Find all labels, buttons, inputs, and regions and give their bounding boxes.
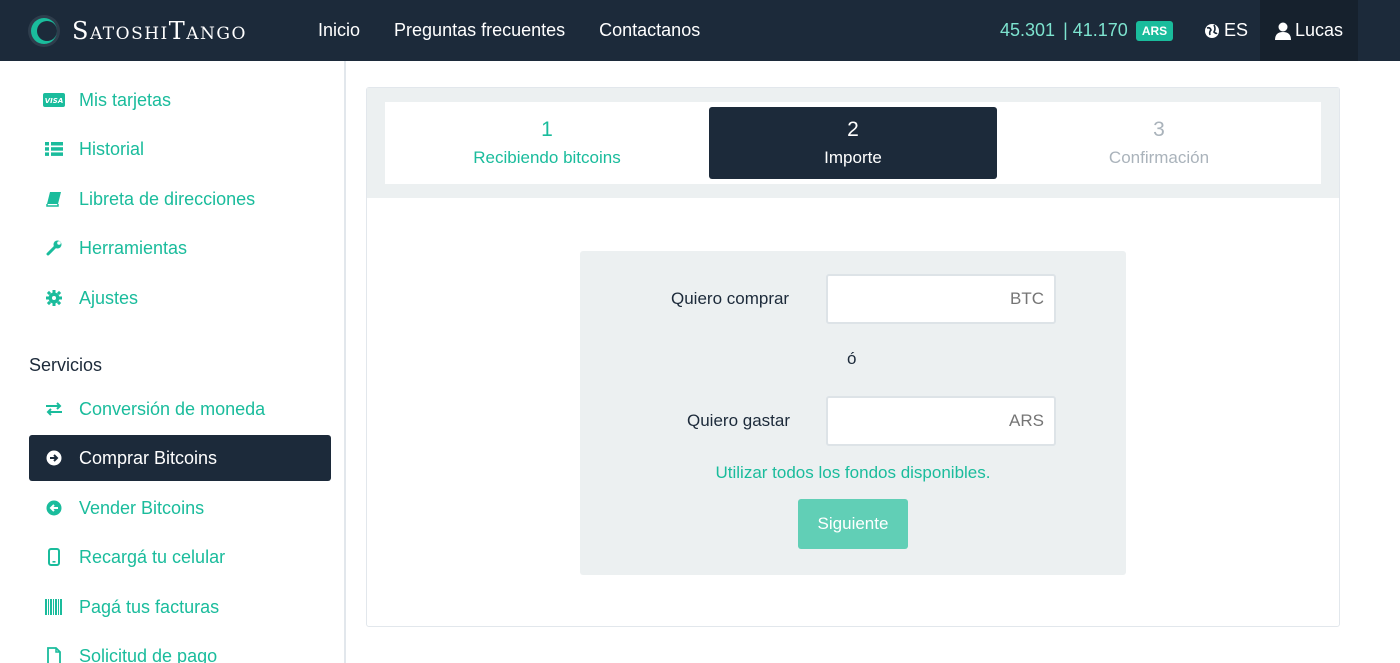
sidebar-item-label: Solicitud de pago: [79, 645, 218, 663]
wrench-icon: [29, 240, 79, 256]
mobile-icon: [29, 548, 79, 566]
exchange-icon: [29, 402, 79, 416]
sidebar-item-label: Mis tarjetas: [79, 89, 172, 110]
nav-inicio[interactable]: Inicio: [318, 20, 360, 41]
step-label: Importe: [824, 148, 882, 167]
currency-badge: ARS: [1135, 20, 1174, 41]
user-icon: [1274, 22, 1291, 40]
sidebar-item-label: Vender Bitcoins: [79, 497, 205, 518]
sidebar-item-libreta-direcciones[interactable]: Libreta de direcciones: [29, 176, 331, 222]
top-navbar: SatoshiTango Inicio Preguntas frecuentes…: [0, 0, 1400, 61]
sidebar-item-label: Ajustes: [79, 287, 139, 308]
sidebar-item-conversion-moneda[interactable]: Conversión de moneda: [29, 386, 331, 432]
spend-amount-label: Quiero gastar: [687, 411, 790, 430]
brand-logo-link[interactable]: SatoshiTango: [28, 14, 298, 47]
sidebar-item-recarga-celular[interactable]: Recargá tu celular: [29, 534, 331, 580]
language-code: ES: [1224, 20, 1249, 40]
btc-amount-input[interactable]: [826, 274, 1056, 324]
sidebar-item-mis-tarjetas[interactable]: VISA Mis tarjetas: [29, 77, 331, 123]
arrow-left-circle-icon: [29, 500, 79, 516]
btc-rates: 45.301 | 41.170 ARS: [1000, 0, 1174, 61]
arrow-right-circle-icon: [29, 450, 79, 466]
svg-text:VISA: VISA: [45, 97, 63, 105]
or-separator: ó: [847, 349, 857, 368]
barcode-icon: [29, 599, 79, 615]
sidebar-item-historial[interactable]: Historial: [29, 126, 331, 172]
brand-name: SatoshiTango: [72, 16, 247, 45]
globe-icon: [1205, 23, 1219, 38]
sidebar-item-label: Pagá tus facturas: [79, 596, 220, 617]
sidebar-item-label: Libreta de direcciones: [79, 188, 256, 209]
language-selector[interactable]: ES: [1204, 0, 1248, 61]
step-number: 2: [847, 118, 859, 141]
step-confirmacion: 3 Confirmación: [997, 102, 1321, 184]
nav-preguntas-frecuentes[interactable]: Preguntas frecuentes: [394, 20, 565, 41]
user-menu[interactable]: Lucas: [1260, 0, 1358, 61]
list-icon: [29, 142, 79, 156]
use-all-funds-link[interactable]: Utilizar todos los fondos disponibles.: [580, 463, 1126, 483]
sidebar-item-label: Historial: [79, 138, 145, 159]
main-nav: Inicio Preguntas frecuentes Contactanos: [318, 20, 734, 41]
buy-amount-label: Quiero comprar: [671, 289, 790, 308]
buy-bitcoins-panel: 1 Recibiendo bitcoins 2 Importe 3 Confir…: [366, 87, 1340, 627]
rate-sell: 41.170: [1072, 20, 1128, 40]
sidebar: VISA Mis tarjetas Historial Libreta de d…: [0, 61, 346, 663]
sidebar-item-solicitud-pago[interactable]: Solicitud de pago: [29, 633, 331, 663]
sidebar-item-label: Recargá tu celular: [79, 546, 226, 567]
book-icon: [29, 191, 79, 207]
step-label: Confirmación: [1108, 148, 1210, 167]
gear-icon: [29, 290, 79, 306]
step-importe: 2 Importe: [709, 107, 997, 179]
step-number: 3: [1153, 118, 1165, 141]
sidebar-item-label: Conversión de moneda: [79, 398, 266, 419]
sidebar-item-label: Comprar Bitcoins: [79, 447, 218, 468]
wizard-steps: 1 Recibiendo bitcoins 2 Importe 3 Confir…: [385, 102, 1321, 184]
step-label: Recibiendo bitcoins: [473, 148, 621, 167]
ars-amount-input[interactable]: [826, 396, 1056, 446]
sidebar-item-comprar-bitcoins[interactable]: Comprar Bitcoins: [29, 435, 331, 481]
user-name: Lucas: [1294, 20, 1344, 40]
step-recibiendo-bitcoins[interactable]: 1 Recibiendo bitcoins: [385, 102, 709, 184]
nav-contactanos[interactable]: Contactanos: [599, 20, 700, 41]
amount-form: Quiero comprar ó Quiero gastar Utilizar …: [580, 251, 1126, 575]
rate-buy: 45.301: [1000, 20, 1056, 40]
rate-separator: |: [1063, 20, 1068, 40]
sidebar-item-label: Herramientas: [79, 237, 188, 258]
step-number: 1: [541, 118, 553, 141]
sidebar-item-herramientas[interactable]: Herramientas: [29, 225, 331, 271]
next-button[interactable]: Siguiente: [798, 499, 908, 549]
services-heading: Servicios: [29, 355, 103, 375]
visa-card-icon: VISA: [29, 93, 79, 107]
sidebar-item-vender-bitcoins[interactable]: Vender Bitcoins: [29, 485, 331, 531]
sidebar-item-ajustes[interactable]: Ajustes: [29, 275, 331, 321]
steps-container: 1 Recibiendo bitcoins 2 Importe 3 Confir…: [367, 88, 1339, 198]
sidebar-item-paga-facturas[interactable]: Pagá tus facturas: [29, 584, 331, 630]
document-icon: [29, 647, 79, 663]
satoshitango-logo-icon: [28, 14, 60, 47]
